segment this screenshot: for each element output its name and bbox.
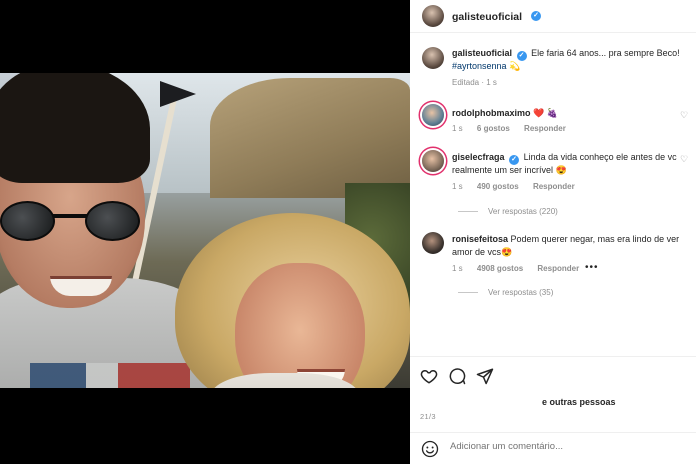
view-replies-button[interactable]: Ver respostas (35) [458,288,553,297]
action-bar [410,356,696,396]
comment-username[interactable]: giselecfraga [452,152,505,162]
photo-thatched-roof [210,78,410,198]
comment-3: ronisefeitosa Podem querer negar, mas er… [452,233,684,259]
photo-shirt-print [30,363,190,388]
post-side-panel: galisteuoficial ✓ galisteuoficial ✓ Ele … [410,0,696,464]
heart-icon[interactable] [420,367,438,385]
comment-meta: 1 s 490 gostos Responder [452,182,575,191]
comment-time: 1 s [452,182,463,191]
post-media-area [0,0,410,464]
post-photo[interactable] [0,73,410,388]
verified-badge-icon: ✓ [531,11,541,21]
verified-badge-icon: ✓ [516,51,527,61]
comment-avatar[interactable] [422,232,444,254]
comment-likes[interactable]: 4908 gostos [477,264,523,273]
post-date: 21/3 [420,412,436,421]
comment-avatar[interactable] [422,150,444,172]
comment-input[interactable] [450,441,680,452]
likes-summary-text: e outras pessoas [542,397,616,407]
comment-1: rodolphobmaximo ❤️ 🍇 [452,107,672,120]
likes-summary[interactable]: e outras pessoas [542,397,616,407]
share-icon[interactable] [476,367,494,385]
comment-time: 1 s [452,264,463,273]
comment-likes[interactable]: 490 gostos [477,182,519,191]
comment-meta: 1 s 6 gostos Responder [452,124,566,133]
caption-author-avatar[interactable] [422,47,444,69]
view-replies-label: Ver respostas (220) [488,207,558,216]
caption-emoji: 💫 [509,61,521,71]
view-replies-label: Ver respostas (35) [488,288,554,297]
more-options-button[interactable]: ••• [585,262,599,273]
reply-button[interactable]: Responder [537,264,579,273]
comment-avatar[interactable] [422,104,444,126]
comment-username[interactable]: ronisefeitosa [452,234,508,244]
comment-time: 1 s [452,124,463,133]
author-username[interactable]: galisteuoficial [452,11,522,23]
photo-man-hair [0,73,150,183]
caption-username[interactable]: galisteuoficial [452,48,512,58]
comment-text: ❤️ 🍇 [533,108,558,118]
comment-2: giselecfraga ✓ Linda da vida conheço ele… [452,151,678,177]
reply-button[interactable]: Responder [524,124,566,133]
edited-time: 1 s [486,78,497,87]
author-avatar[interactable] [422,5,444,27]
post-caption: galisteuoficial ✓ Ele faria 64 anos... p… [452,47,687,73]
comment-meta: 1 s 4908 gostos Responder [452,264,579,273]
smiley-icon[interactable] [421,440,439,458]
comment-likes[interactable]: 6 gostos [477,124,510,133]
edited-label: Editada [452,78,480,87]
comment-icon[interactable] [448,367,466,385]
caption-hashtag[interactable]: #ayrtonsenna [452,61,507,71]
post-header: galisteuoficial ✓ [410,0,696,33]
caption-text: Ele faria 64 anos... pra sempre Beco! [531,48,680,58]
verified-badge-icon: ✓ [509,155,520,165]
comment-like-heart-icon[interactable]: ♡ [680,154,688,165]
add-comment-bar [410,432,696,464]
photo-sunglasses [0,196,150,246]
reply-button[interactable]: Responder [533,182,575,191]
comment-username[interactable]: rodolphobmaximo [452,108,531,118]
comment-like-heart-icon[interactable]: ♡ [680,110,688,121]
view-replies-button[interactable]: Ver respostas (220) [458,207,558,216]
caption-meta: Editada · 1 s [452,78,497,87]
